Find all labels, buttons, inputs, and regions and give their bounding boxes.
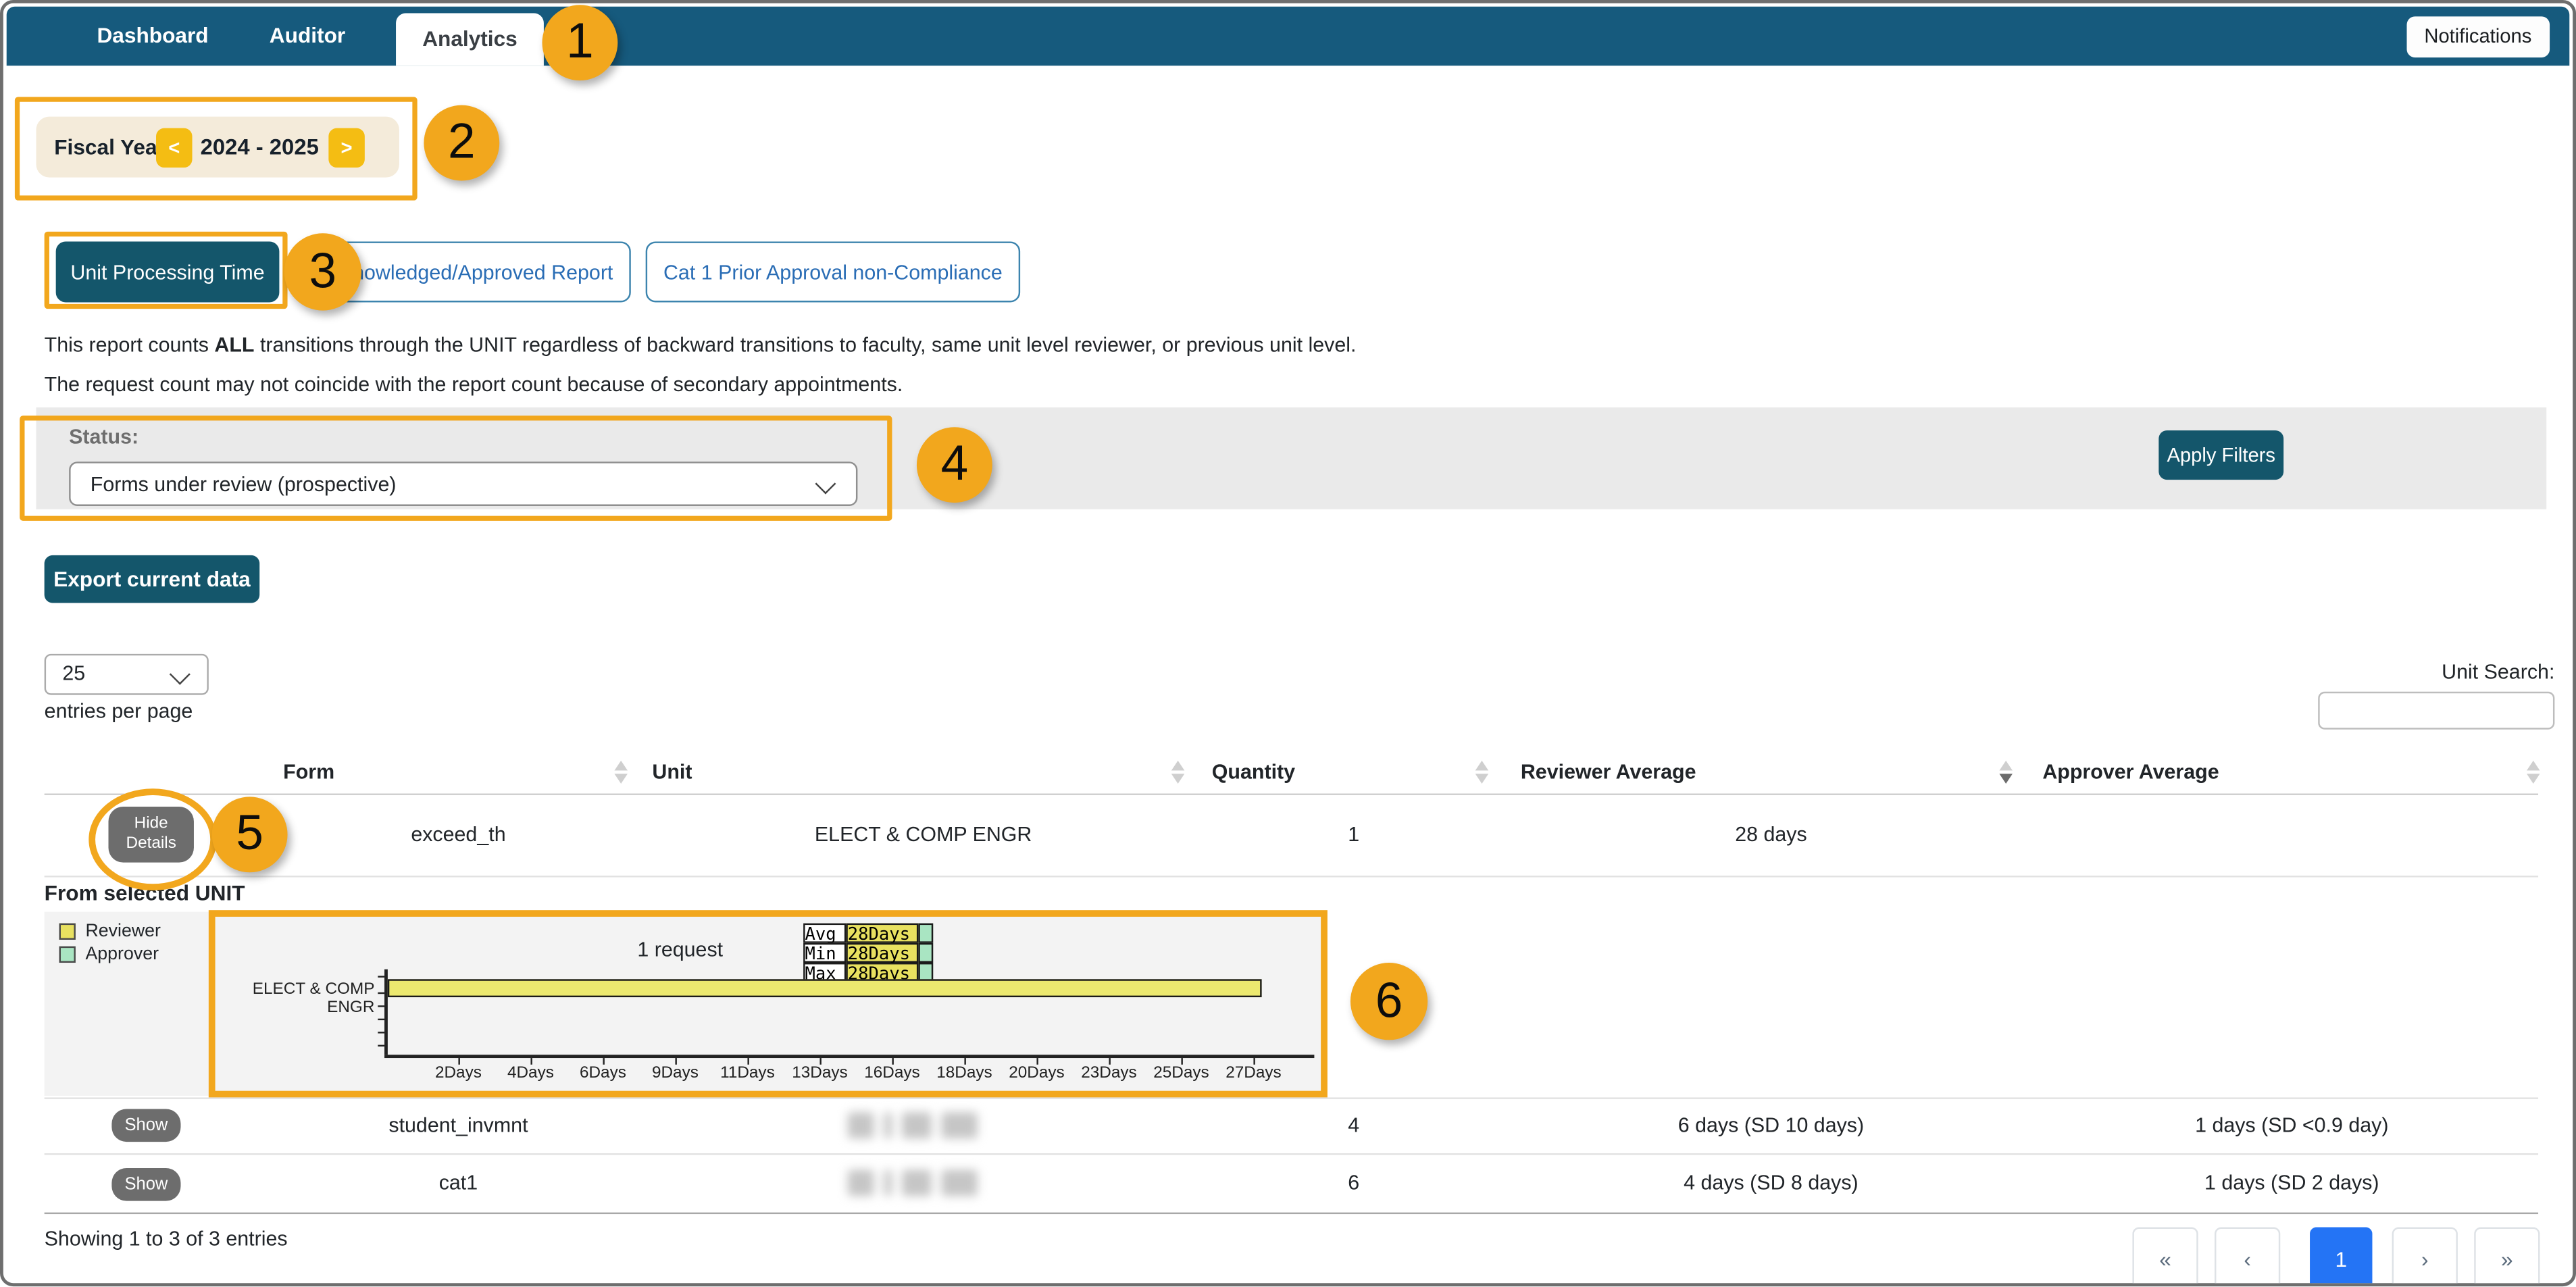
fiscal-year-panel: Fiscal Year: < 2024 - 2025 >: [36, 116, 399, 178]
entries-per-page-select[interactable]: 25: [44, 653, 209, 695]
sort-icon-end[interactable]: [2527, 760, 2543, 787]
callout-5: 5: [211, 797, 288, 873]
callout-2: 2: [424, 105, 500, 181]
hide-details-button[interactable]: Hide Details: [108, 806, 194, 863]
x-tick-label: 4Days: [507, 1064, 554, 1083]
column-header-unit[interactable]: Unit: [652, 751, 751, 793]
cell-form: exceed_th: [411, 823, 506, 847]
pagination-prev-button[interactable]: ‹: [2215, 1227, 2281, 1284]
chevron-down-icon: [815, 473, 836, 495]
fiscal-year-prev-button[interactable]: <: [156, 128, 193, 168]
x-tick-label: 11Days: [720, 1064, 775, 1083]
x-tick-label: 6Days: [579, 1064, 626, 1083]
pagination-first-button[interactable]: «: [2132, 1227, 2198, 1284]
notifications-button[interactable]: Notifications: [2406, 16, 2550, 58]
unit-processing-chart: 1 request Avg 28Days Min 28Days Max 28Da…: [208, 910, 1328, 1098]
reviewer-bar: [387, 979, 1262, 998]
chevron-down-icon: [169, 663, 191, 685]
column-header-reviewer-average[interactable]: Reviewer Average: [1493, 751, 1723, 793]
x-tick-label: 25Days: [1153, 1064, 1209, 1083]
callout-1: 1: [542, 5, 618, 81]
stat-row-avg: Avg 28Days: [803, 923, 934, 943]
legend-item-reviewer: Reviewer: [59, 920, 161, 943]
x-tick-label: 23Days: [1081, 1064, 1137, 1083]
header-divider: [44, 793, 2539, 795]
legend-label: Reviewer: [85, 922, 161, 942]
callout-3: 3: [284, 233, 361, 311]
chart-title: 1 request: [637, 938, 724, 961]
legend-label: Approver: [85, 944, 159, 965]
details-heading: From selected UNIT: [44, 880, 245, 905]
sort-icon-quantity[interactable]: [1475, 760, 1492, 787]
x-tick-label: 18Days: [936, 1064, 992, 1083]
entries-per-page-label: entries per page: [44, 699, 193, 723]
cell-quantity: 4: [1348, 1113, 1360, 1137]
pagination-next-button[interactable]: ›: [2392, 1227, 2458, 1284]
redacted-unit-value: [847, 1106, 999, 1145]
sort-icon-unit[interactable]: [1171, 760, 1188, 787]
redacted-unit-value: [847, 1163, 999, 1203]
row-divider: [44, 1097, 2539, 1099]
cell-quantity: 6: [1348, 1171, 1360, 1194]
report-description-line1: This report counts ALL transitions throu…: [44, 333, 1357, 357]
x-tick-label: 20Days: [1009, 1064, 1065, 1083]
apply-filters-button[interactable]: Apply Filters: [2158, 430, 2284, 480]
x-tick-label: 2Days: [434, 1064, 482, 1083]
column-header-quantity[interactable]: Quantity: [1188, 751, 1319, 793]
row-divider: [44, 876, 2539, 878]
status-select[interactable]: Forms under review (prospective): [69, 461, 858, 506]
entries-selected-value: 25: [62, 661, 86, 686]
approver-swatch-icon: [59, 946, 76, 963]
nav-tab-dashboard[interactable]: Dashboard: [97, 7, 208, 66]
cell-reviewer-average: 28 days: [1735, 823, 1807, 847]
pagination-page-1-button[interactable]: 1: [2310, 1227, 2373, 1284]
cell-approver-average: 1 days (SD <0.9 day): [2195, 1113, 2389, 1137]
x-tick-label: 13Days: [792, 1064, 848, 1083]
top-nav-bar: Dashboard Auditor Analytics Notification…: [6, 6, 2570, 66]
report-description-line2: The request count may not coincide with …: [44, 373, 903, 397]
table-bottom-divider: [44, 1212, 2539, 1215]
reviewer-swatch-icon: [59, 923, 76, 940]
status-label: Status:: [69, 425, 139, 449]
column-header-form[interactable]: Form: [243, 751, 375, 793]
sort-icon-form[interactable]: [614, 760, 630, 787]
x-tick-label: 9Days: [651, 1064, 699, 1083]
nav-tab-auditor[interactable]: Auditor: [270, 7, 345, 66]
callout-6: 6: [1350, 963, 1428, 1040]
cell-unit: ELECT & COMP ENGR: [814, 823, 1032, 847]
row-divider: [44, 1153, 2539, 1155]
fiscal-year-next-button[interactable]: >: [328, 128, 365, 168]
fiscal-year-label: Fiscal Year:: [54, 134, 173, 159]
show-details-button[interactable]: Show: [111, 1167, 181, 1201]
cell-form: student_invmnt: [388, 1113, 528, 1137]
status-selected-value: Forms under review (prospective): [90, 473, 397, 497]
x-axis-line: [384, 1055, 1315, 1059]
unit-search-input[interactable]: [2318, 691, 2555, 730]
analytics-page: Dashboard Auditor Analytics Notification…: [0, 0, 2576, 1287]
cell-reviewer-average: 4 days (SD 8 days): [1684, 1171, 1859, 1194]
stat-row-min: Min 28Days: [803, 942, 934, 963]
tab-cat1-prior-approval[interactable]: Cat 1 Prior Approval non-Compliance: [645, 241, 1021, 303]
legend-item-approver: Approver: [59, 943, 159, 966]
cell-reviewer-average: 6 days (SD 10 days): [1677, 1113, 1865, 1137]
sort-icon-approver-average[interactable]: [1999, 760, 2015, 787]
tab-unit-processing-time[interactable]: Unit Processing Time: [55, 241, 280, 303]
nav-tab-analytics[interactable]: Analytics: [396, 13, 544, 66]
fiscal-year-value: 2024 - 2025: [200, 134, 319, 159]
y-axis-category-label: ELECT & COMP ENGR: [252, 980, 375, 1017]
show-details-button[interactable]: Show: [111, 1109, 181, 1142]
pagination-last-button[interactable]: »: [2474, 1227, 2540, 1284]
unit-search-label: Unit Search:: [2442, 660, 2555, 684]
x-tick-label: 16Days: [864, 1064, 920, 1083]
x-tick-label: 27Days: [1226, 1064, 1282, 1083]
callout-4: 4: [916, 427, 992, 503]
cell-quantity: 1: [1348, 823, 1360, 847]
chart-legend: Reviewer Approver: [44, 911, 209, 1096]
cell-form: cat1: [438, 1171, 478, 1194]
export-current-data-button[interactable]: Export current data: [44, 555, 260, 603]
chart-stats-table: Avg 28Days Min 28Days Max 28Days: [803, 923, 934, 983]
cell-approver-average: 1 days (SD 2 days): [2204, 1171, 2379, 1194]
column-header-approver-average[interactable]: Approver Average: [2016, 751, 2246, 793]
table-summary: Showing 1 to 3 of 3 entries: [44, 1227, 288, 1251]
